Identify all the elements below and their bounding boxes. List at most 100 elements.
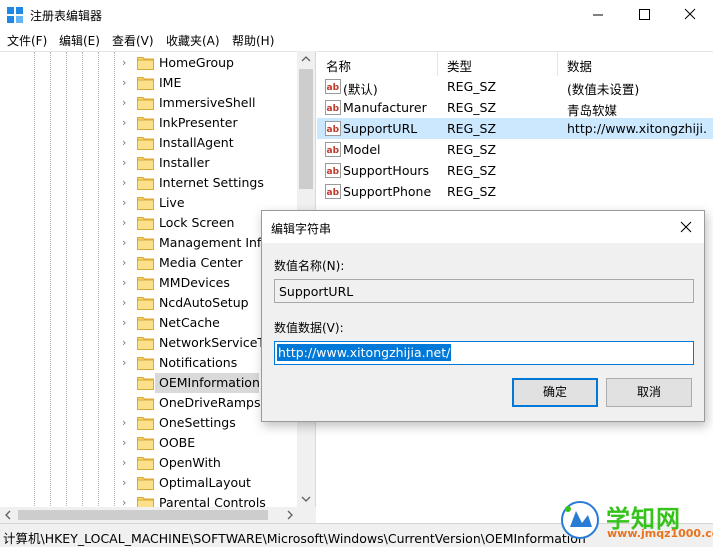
folder-icon	[137, 456, 154, 470]
folder-icon	[137, 416, 154, 430]
svg-text:ab: ab	[327, 188, 340, 198]
chevron-right-icon[interactable]: ›	[122, 76, 132, 90]
tree-item[interactable]: › InkPresenter	[0, 113, 300, 133]
tree-item-label: OneDriveRamps	[159, 395, 261, 410]
close-window-button[interactable]	[667, 0, 713, 30]
tree-item[interactable]: › InstallAgent	[0, 133, 300, 153]
column-divider[interactable]	[437, 52, 438, 76]
list-row[interactable]: ab (默认) REG_SZ (数值未设置)	[317, 76, 713, 97]
tree-item[interactable]: › Internet Settings	[0, 173, 300, 193]
chevron-right-icon[interactable]: ›	[122, 236, 132, 250]
tree-item[interactable]: › HomeGroup	[0, 53, 300, 73]
tree-item[interactable]: › IME	[0, 73, 300, 93]
svg-text:ab: ab	[327, 146, 340, 156]
list-row[interactable]: ab Manufacturer REG_SZ 青岛软媒	[317, 97, 713, 118]
chevron-right-icon[interactable]: ›	[122, 176, 132, 190]
chevron-right-icon[interactable]: ›	[122, 56, 132, 70]
regedit-app-icon	[7, 7, 23, 23]
chevron-right-icon[interactable]: ›	[122, 196, 132, 210]
menu-help[interactable]: 帮助(H)	[232, 32, 274, 49]
menu-bar: 文件(F) 编辑(E) 查看(V) 收藏夹(A) 帮助(H)	[0, 30, 713, 50]
tree-item-label: NetworkServiceTr	[159, 335, 269, 350]
value-type: REG_SZ	[447, 184, 497, 199]
tree-item[interactable]: › Notifications	[0, 353, 300, 373]
folder-icon	[137, 476, 154, 490]
tree-item[interactable]: › MMDevices	[0, 273, 300, 293]
chevron-right-icon[interactable]: ›	[122, 336, 132, 350]
list-row[interactable]: ab SupportPhone REG_SZ	[317, 181, 713, 202]
tree-item[interactable]: › Installer	[0, 153, 300, 173]
folder-icon	[137, 56, 154, 70]
registry-path: 计算机\HKEY_LOCAL_MACHINE\SOFTWARE\Microsof…	[3, 531, 586, 546]
menu-file[interactable]: 文件(F)	[7, 32, 47, 49]
minimize-button[interactable]	[575, 0, 621, 30]
chevron-right-icon[interactable]: ›	[122, 456, 132, 470]
folder-icon	[137, 216, 154, 230]
folder-icon	[137, 76, 154, 90]
tree-item-label: InstallAgent	[159, 135, 234, 150]
tree-item[interactable]: › Live	[0, 193, 300, 213]
column-header-name[interactable]: 名称	[326, 56, 351, 75]
chevron-right-icon[interactable]: ›	[122, 156, 132, 170]
tree-item[interactable]: › OOBE	[0, 433, 300, 453]
dialog-close-icon[interactable]	[678, 219, 694, 235]
list-row[interactable]: ab SupportURL REG_SZ http://www.xitongzhiji…	[317, 118, 713, 139]
close-icon	[684, 8, 696, 20]
tree-item-label: OptimalLayout	[159, 475, 251, 490]
tree-item[interactable]: › Management Infr	[0, 233, 300, 253]
column-header-type[interactable]: 类型	[447, 56, 472, 75]
chevron-right-icon[interactable]: ›	[122, 276, 132, 290]
chevron-right-icon[interactable]: ›	[122, 216, 132, 230]
tree-item[interactable]: › ImmersiveShell	[0, 93, 300, 113]
folder-icon	[137, 396, 154, 410]
chevron-right-icon[interactable]: ›	[122, 416, 132, 430]
tree-item-label: OOBE	[159, 435, 196, 450]
scroll-right-icon[interactable]	[282, 507, 298, 523]
tree-horizontal-scrollbar[interactable]	[0, 507, 316, 523]
scrollbar-thumb[interactable]	[18, 510, 268, 520]
chevron-right-icon[interactable]: ›	[122, 316, 132, 330]
chevron-right-icon[interactable]: ›	[122, 296, 132, 310]
menu-view[interactable]: 查看(V)	[112, 32, 154, 49]
maximize-button[interactable]	[621, 0, 667, 30]
tree-item[interactable]: › NetCache	[0, 313, 300, 333]
tree-item[interactable]: › NetworkServiceTr	[0, 333, 300, 353]
tree-item-label: OEMInformation	[159, 375, 260, 390]
svg-text:ab: ab	[327, 83, 340, 93]
chevron-right-icon[interactable]: ›	[122, 136, 132, 150]
tree-item[interactable]: › Media Center	[0, 253, 300, 273]
tree-item[interactable]: › OneSettings	[0, 413, 300, 433]
dialog-title-bar[interactable]: 编辑字符串	[262, 211, 704, 243]
tree-item[interactable]: › OptimalLayout	[0, 473, 300, 493]
cancel-button[interactable]: 取消	[606, 378, 692, 407]
menu-edit[interactable]: 编辑(E)	[59, 32, 100, 49]
chevron-right-icon[interactable]: ›	[122, 96, 132, 110]
chevron-right-icon[interactable]: ›	[122, 116, 132, 130]
tree-item[interactable]: › OpenWith	[0, 453, 300, 473]
column-divider[interactable]	[557, 52, 558, 76]
list-row[interactable]: ab Model REG_SZ	[317, 139, 713, 160]
tree-item[interactable]: › Lock Screen	[0, 213, 300, 233]
scroll-down-icon[interactable]	[297, 491, 315, 507]
menu-favorites[interactable]: 收藏夹(A)	[166, 32, 220, 49]
column-header-data[interactable]: 数据	[567, 56, 592, 75]
chevron-right-icon[interactable]: ›	[122, 476, 132, 490]
value-type: REG_SZ	[447, 142, 497, 157]
folder-icon	[137, 136, 154, 150]
list-row[interactable]: ab SupportHours REG_SZ	[317, 160, 713, 181]
scrollbar-thumb[interactable]	[299, 69, 313, 189]
chevron-right-icon[interactable]: ›	[122, 356, 132, 370]
tree-item[interactable]: › NcdAutoSetup	[0, 293, 300, 313]
chevron-right-icon[interactable]: ›	[122, 436, 132, 450]
value-data-input[interactable]: http://www.xitongzhijia.net/	[274, 341, 694, 365]
tree-item[interactable]: OneDriveRamps	[0, 393, 300, 413]
folder-icon	[137, 196, 154, 210]
tree-item-label: Installer	[159, 155, 210, 170]
chevron-right-icon[interactable]: ›	[122, 256, 132, 270]
tree-item[interactable]: OEMInformation	[0, 373, 300, 393]
ok-button[interactable]: 确定	[512, 378, 598, 407]
scroll-up-icon[interactable]	[297, 51, 315, 67]
scroll-left-icon[interactable]	[0, 507, 16, 523]
title-bar: 注册表编辑器	[0, 0, 713, 30]
value-data-text[interactable]: http://www.xitongzhijia.net/	[277, 344, 452, 361]
